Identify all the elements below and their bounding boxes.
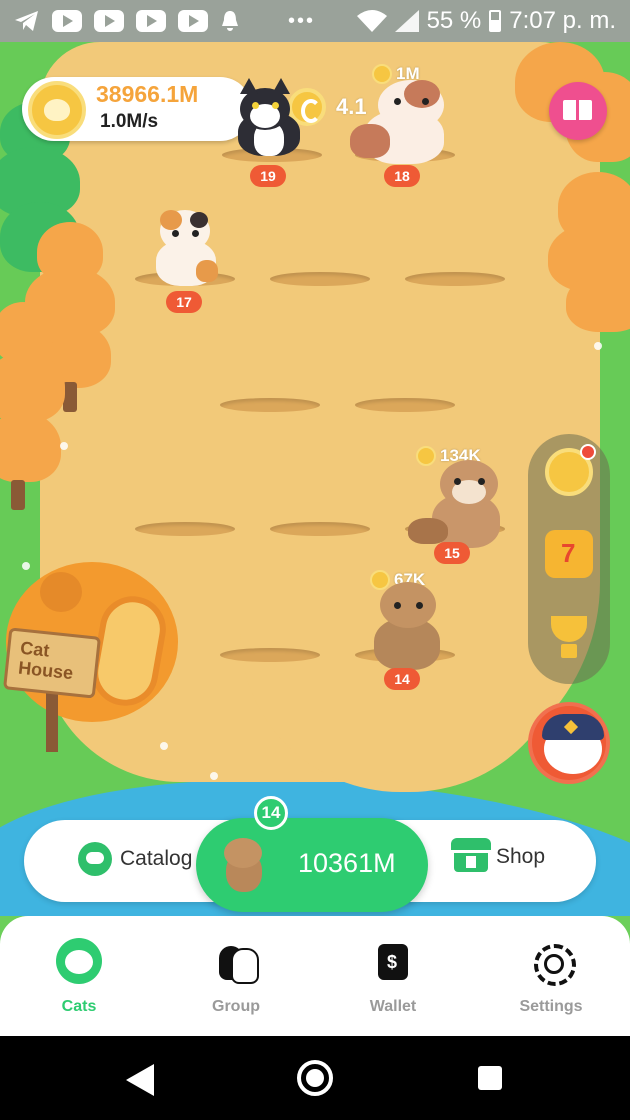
cat-thumbnail-icon	[220, 836, 266, 892]
coin-icon	[28, 81, 86, 139]
cat-slot[interactable]	[220, 648, 320, 662]
buy-cat-button[interactable]: 10361M	[196, 818, 428, 912]
cat-level-badge: 18	[384, 165, 420, 187]
tab-settings[interactable]: Settings	[491, 938, 611, 1016]
cat-level-14[interactable]	[364, 582, 448, 670]
home-icon[interactable]	[297, 1060, 333, 1096]
tab-group[interactable]: Group	[176, 938, 296, 1016]
cat-slot[interactable]	[220, 398, 320, 412]
tab-label: Settings	[519, 998, 583, 1015]
slot-machine-button[interactable]	[545, 530, 593, 578]
coin-total: 38966.1M	[96, 81, 199, 107]
android-nav-bar	[0, 1036, 630, 1120]
cat-slot[interactable]	[270, 272, 370, 286]
youtube-icon	[94, 10, 124, 32]
youtube-icon	[136, 10, 166, 32]
cat-house-sign: Cat House	[3, 627, 101, 699]
catalog-label: Catalog	[120, 847, 193, 870]
bell-icon	[222, 11, 238, 31]
coin-rate: 1.0M/s	[100, 111, 159, 132]
battery-icon	[489, 10, 502, 32]
catalog-button[interactable]: Catalog	[78, 842, 192, 876]
cat-level-15[interactable]	[408, 458, 504, 548]
trophy-button[interactable]	[545, 614, 593, 662]
cat-slot[interactable]	[355, 398, 455, 412]
catalog-icon	[78, 842, 112, 876]
flower	[60, 442, 68, 450]
shop-label: Shop	[496, 845, 546, 868]
police-cat-button[interactable]	[528, 702, 610, 784]
group-cats-icon	[213, 938, 259, 984]
game-field[interactable]: 38966.1M 1.0M/s 4.1 19 1M 18 17 134K 15 …	[0, 42, 630, 916]
cat-level-18[interactable]	[350, 80, 450, 164]
cat-slot[interactable]	[135, 522, 235, 536]
tab-label: Cats	[61, 998, 97, 1015]
buy-cat-level-badge: 14	[254, 796, 288, 830]
flower	[210, 772, 218, 780]
bottom-nav: Cats Group Wallet Settings	[0, 916, 630, 1036]
signal-icon	[394, 10, 419, 32]
guide-book-button[interactable]	[549, 82, 607, 140]
cat-slot[interactable]	[405, 272, 505, 286]
tab-cats[interactable]: Cats	[19, 938, 139, 1016]
back-icon[interactable]	[126, 1064, 154, 1096]
tree-orange	[0, 302, 65, 512]
notification-icons: •••	[14, 10, 315, 33]
cat-level-badge: 14	[384, 668, 420, 690]
tab-label: Wallet	[369, 998, 417, 1015]
more-notifications-icon: •••	[288, 9, 316, 32]
status-bar: ••• 55 % 7:07 p. m.	[0, 0, 630, 42]
cat-level-19[interactable]	[232, 78, 312, 158]
clock: 7:07 p. m.	[509, 7, 616, 34]
cat-face-icon	[56, 938, 102, 984]
cat-slot[interactable]	[270, 522, 370, 536]
wifi-icon	[356, 10, 387, 32]
recent-apps-icon[interactable]	[478, 1066, 502, 1090]
flower	[594, 342, 602, 350]
tab-label: Group	[212, 998, 260, 1015]
gear-icon	[528, 938, 576, 986]
wallet-icon	[370, 938, 416, 984]
cat-level-badge: 15	[434, 542, 470, 564]
youtube-icon	[178, 10, 208, 32]
coin-balance-panel: 38966.1M 1.0M/s	[22, 77, 252, 141]
system-status: 55 % 7:07 p. m.	[356, 7, 616, 35]
battery-percent: 55 %	[426, 7, 482, 34]
shop-icon	[451, 838, 491, 872]
cat-level-17[interactable]	[152, 206, 222, 286]
youtube-icon	[52, 10, 82, 32]
telegram-icon	[15, 11, 38, 31]
shop-button[interactable]: Shop	[451, 838, 546, 872]
cat-level-badge: 19	[250, 165, 286, 187]
notification-dot-icon	[580, 444, 596, 460]
flower	[160, 742, 168, 750]
buy-price: 10361M	[298, 848, 396, 878]
side-menu	[528, 434, 610, 684]
tab-wallet[interactable]: Wallet	[333, 938, 453, 1016]
cat-level-badge: 17	[166, 291, 202, 313]
sign-post	[46, 692, 58, 752]
tree-orange	[548, 172, 630, 342]
